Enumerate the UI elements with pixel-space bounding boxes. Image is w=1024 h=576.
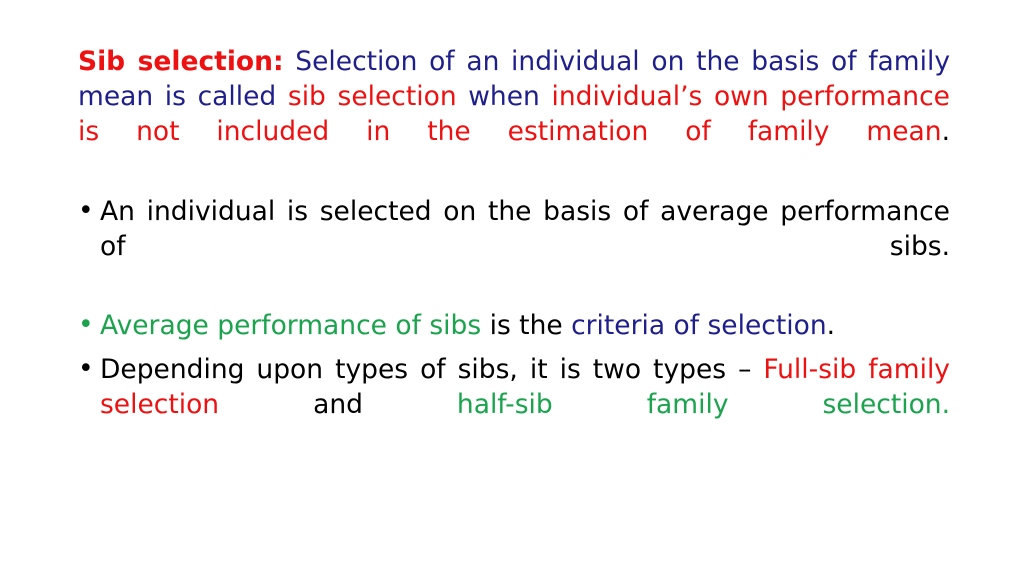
definition-highlight-red-1: sib selection xyxy=(287,81,457,112)
bullet-marker-icon: • xyxy=(78,309,94,340)
bullet-list-item-1: • An individual is selected on the basis … xyxy=(78,194,950,299)
slide-canvas: Sib selection: Selection of an individua… xyxy=(0,0,1024,576)
bullet-3-text-green: half-sib family selection. xyxy=(456,389,950,420)
bullet-marker-icon: • xyxy=(78,353,94,384)
definition-period: . xyxy=(941,116,950,147)
bullet-3-text-black-2: and xyxy=(219,389,457,420)
bullet-3-text-black-1: Depending upon types of sibs, it is two … xyxy=(100,354,764,385)
bullet-2-text-blue: criteria of selection xyxy=(571,310,827,341)
definition-paragraph: Sib selection: Selection of an individua… xyxy=(78,44,950,184)
bullet-1-text: An individual is selected on the basis o… xyxy=(100,196,950,262)
bullet-2-text-black: is the xyxy=(481,310,572,341)
definition-clause-blue-2: when xyxy=(456,81,552,112)
bullet-list-item-3: • Depending upon types of sibs, it is two… xyxy=(78,352,950,457)
bullet-list-item-2: • Average performance of sibs is the crit… xyxy=(78,308,950,343)
bullet-2-text-green: Average performance of sibs xyxy=(100,310,482,341)
definition-term: Sib selection: xyxy=(78,46,284,77)
bullet-2-period: . xyxy=(826,310,836,341)
slide-content-body: Sib selection: Selection of an individua… xyxy=(78,44,950,466)
bullet-marker-icon: • xyxy=(78,195,94,226)
